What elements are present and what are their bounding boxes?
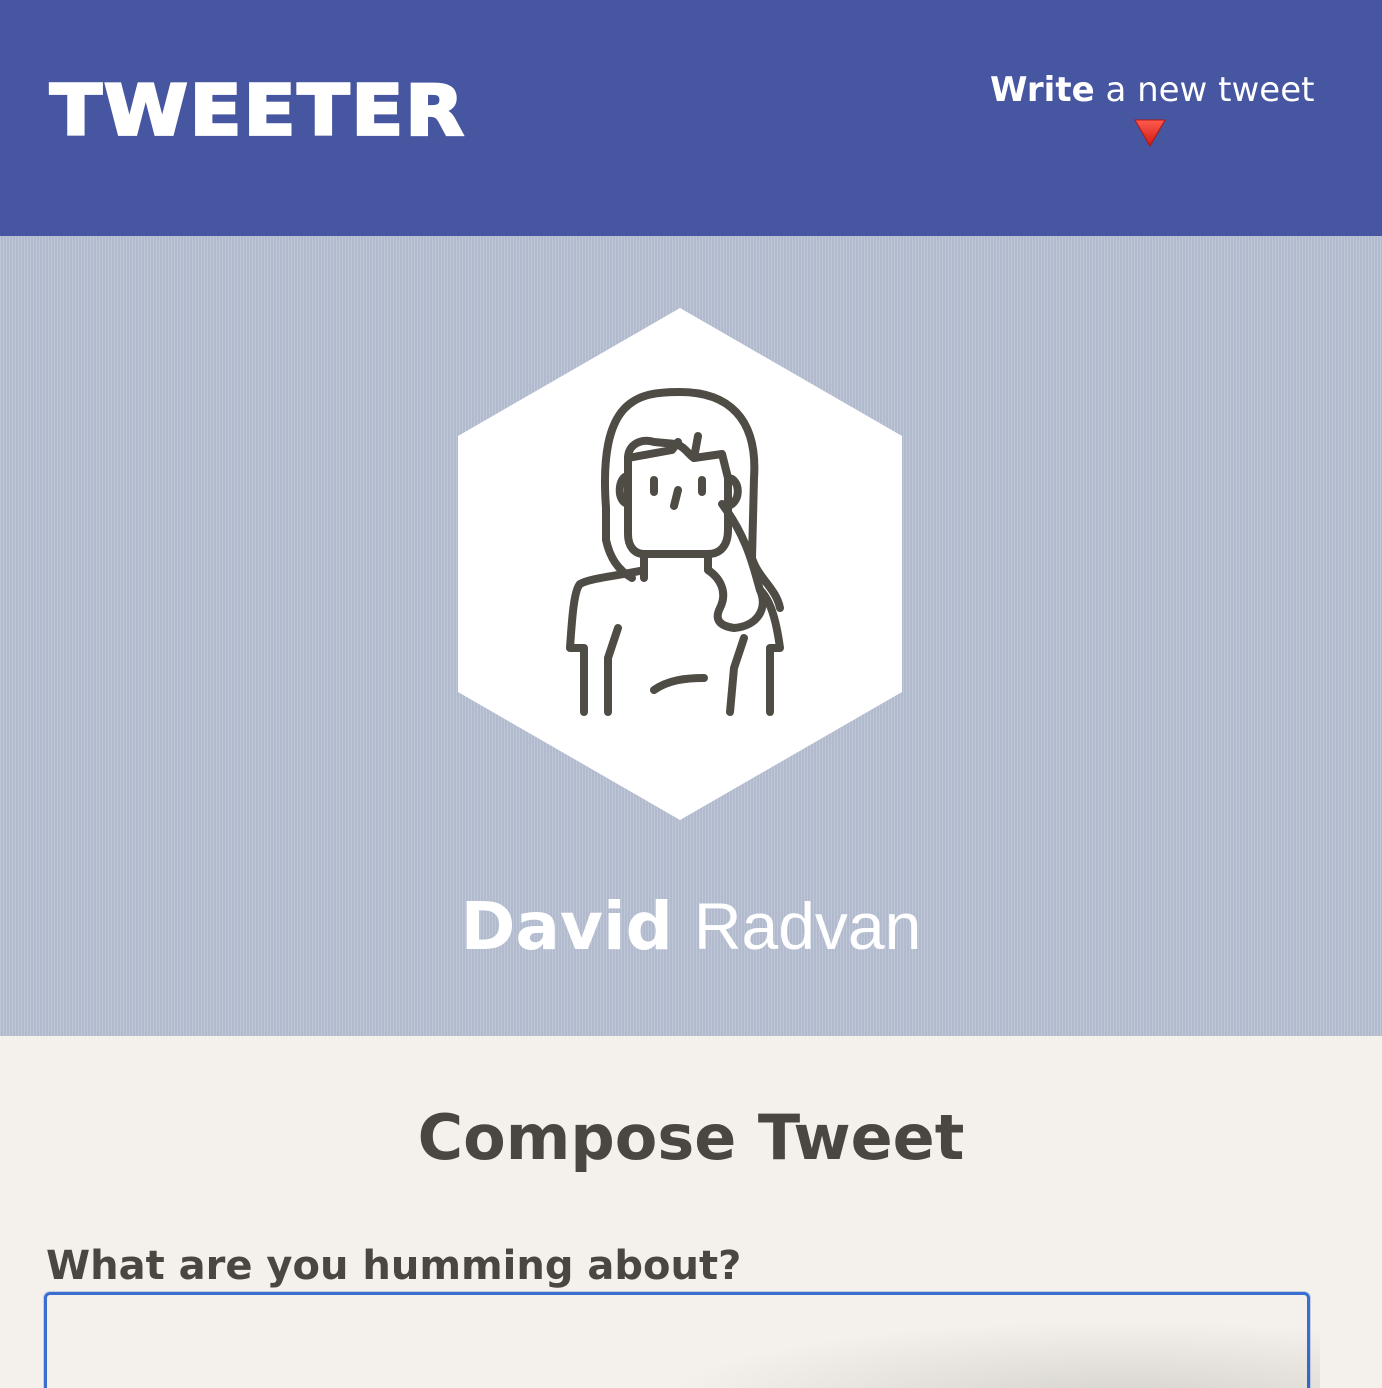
profile-last-name: Radvan: [693, 889, 922, 963]
compose-prompt-label: What are you humming about?: [46, 1243, 742, 1289]
write-new-tweet-toggle[interactable]: Write a new tweet: [990, 66, 1314, 166]
write-new-tweet-label-bold[interactable]: Write: [990, 70, 1095, 110]
red-down-triangle-icon[interactable]: [1133, 118, 1167, 148]
top-nav-bar: TWEETER Write a new tweet: [0, 0, 1382, 236]
app-logo[interactable]: TWEETER: [49, 70, 466, 150]
write-new-tweet-label[interactable]: Write a new tweet: [990, 66, 1314, 114]
tweet-text-input[interactable]: [44, 1292, 1310, 1388]
compose-section: Compose Tweet What are you humming about…: [0, 1036, 1382, 1388]
user-avatar-icon: [458, 308, 902, 820]
profile-name: David Radvan: [0, 884, 1382, 969]
compose-title: Compose Tweet: [417, 1101, 965, 1174]
profile-first-name: David: [460, 888, 673, 965]
write-new-tweet-label-rest[interactable]: a new tweet: [1095, 70, 1314, 110]
profile-banner: David Radvan: [0, 236, 1382, 1036]
